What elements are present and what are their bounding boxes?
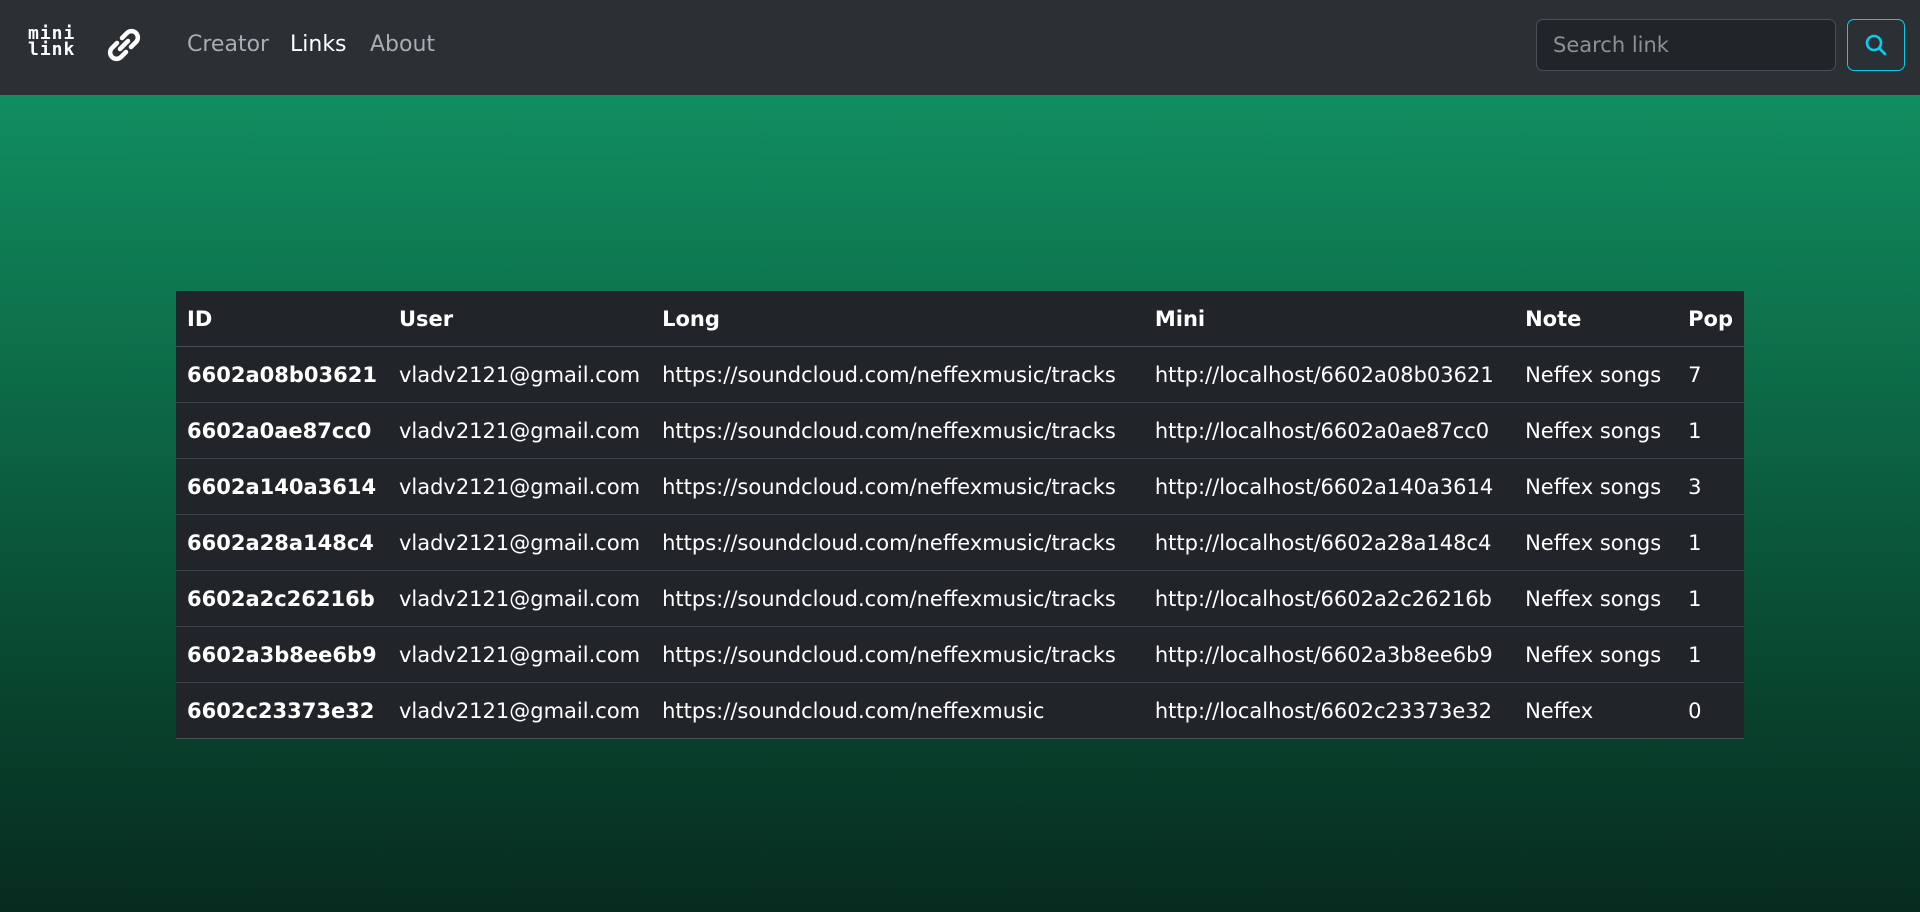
cell-id: 6602a0ae87cc0 xyxy=(176,402,388,459)
cell-id: 6602a2c26216b xyxy=(176,570,388,627)
table-row[interactable]: 6602a2c26216b vladv2121@gmail.com https://… xyxy=(176,570,1744,627)
cell-note: Neffex songs xyxy=(1514,402,1678,459)
cell-pop: 7 xyxy=(1677,346,1744,403)
cell-long-url: https://soundcloud.com/neffexmusic xyxy=(651,682,1144,739)
nav-about[interactable]: About xyxy=(370,31,435,59)
nav-creator[interactable]: Creator xyxy=(187,31,269,59)
table-row[interactable]: 6602a140a3614 vladv2121@gmail.com https://… xyxy=(176,458,1744,515)
cell-mini-url: http://localhost/6602a0ae87cc0 xyxy=(1143,402,1515,459)
search-button[interactable] xyxy=(1847,19,1905,71)
column-header-long: Long xyxy=(651,291,1144,347)
cell-mini-url: http://localhost/6602a140a3614 xyxy=(1143,458,1515,515)
cell-note: Neffex songs xyxy=(1514,458,1678,515)
cell-pop: 3 xyxy=(1677,458,1744,515)
cell-long-url: https://soundcloud.com/neffexmusic/track… xyxy=(651,626,1144,683)
cell-pop: 1 xyxy=(1677,514,1744,571)
cell-mini-url: http://localhost/6602a3b8ee6b9 xyxy=(1143,626,1515,683)
cell-mini-url: http://localhost/6602a08b03621 xyxy=(1143,346,1515,403)
table-row[interactable]: 6602a08b03621 vladv2121@gmail.com https://… xyxy=(176,346,1744,403)
cell-user: vladv2121@gmail.com xyxy=(387,626,652,683)
cell-long-url: https://soundcloud.com/neffexmusic/track… xyxy=(651,514,1144,571)
brand-logo[interactable]: mini link xyxy=(28,25,144,66)
cell-id: 6602a28a148c4 xyxy=(176,514,388,571)
cell-id: 6602a140a3614 xyxy=(176,458,388,515)
column-header-pop: Pop xyxy=(1677,291,1744,347)
cell-mini-url: http://localhost/6602a28a148c4 xyxy=(1143,514,1515,571)
cell-note: Neffex songs xyxy=(1514,626,1678,683)
cell-id: 6602a08b03621 xyxy=(176,346,388,403)
cell-pop: 1 xyxy=(1677,402,1744,459)
links-table: ID User Long Mini Note Pop 6602a08b03621… xyxy=(176,291,1744,739)
cell-long-url: https://soundcloud.com/neffexmusic/track… xyxy=(651,402,1144,459)
cell-note: Neffex songs xyxy=(1514,570,1678,627)
cell-mini-url: http://localhost/6602c23373e32 xyxy=(1143,682,1515,739)
cell-long-url: https://soundcloud.com/neffexmusic/track… xyxy=(651,346,1144,403)
cell-note: Neffex xyxy=(1514,682,1678,739)
cell-pop: 1 xyxy=(1677,626,1744,683)
column-header-user: User xyxy=(387,291,652,347)
cell-user: vladv2121@gmail.com xyxy=(387,514,652,571)
table-row[interactable]: 6602a0ae87cc0 vladv2121@gmail.com https://… xyxy=(176,402,1744,459)
table-header-row: ID User Long Mini Note Pop xyxy=(176,291,1744,347)
nav-links[interactable]: Links xyxy=(290,31,347,59)
cell-user: vladv2121@gmail.com xyxy=(387,458,652,515)
cell-note: Neffex songs xyxy=(1514,514,1678,571)
cell-pop: 1 xyxy=(1677,570,1744,627)
brand-line-2: link xyxy=(28,39,76,60)
cell-user: vladv2121@gmail.com xyxy=(387,570,652,627)
cell-user: vladv2121@gmail.com xyxy=(387,402,652,459)
table-body: 6602a08b03621 vladv2121@gmail.com https://… xyxy=(176,346,1744,739)
search-input[interactable] xyxy=(1536,19,1836,71)
cell-mini-url: http://localhost/6602a2c26216b xyxy=(1143,570,1515,627)
navbar: mini link Creator Links About xyxy=(0,0,1920,95)
cell-id: 6602a3b8ee6b9 xyxy=(176,626,388,683)
cell-pop: 0 xyxy=(1677,682,1744,739)
column-header-note: Note xyxy=(1514,291,1678,347)
cell-user: vladv2121@gmail.com xyxy=(387,682,652,739)
cell-long-url: https://soundcloud.com/neffexmusic/track… xyxy=(651,570,1144,627)
cell-user: vladv2121@gmail.com xyxy=(387,346,652,403)
table-row[interactable]: 6602a28a148c4 vladv2121@gmail.com https://… xyxy=(176,514,1744,571)
cell-id: 6602c23373e32 xyxy=(176,682,388,739)
cell-note: Neffex songs xyxy=(1514,346,1678,403)
cell-long-url: https://soundcloud.com/neffexmusic/track… xyxy=(651,458,1144,515)
table-row[interactable]: 6602c23373e32 vladv2121@gmail.com https://… xyxy=(176,682,1744,739)
column-header-mini: Mini xyxy=(1143,291,1515,347)
brand-wordmark: mini link xyxy=(28,25,76,60)
links-table-container: ID User Long Mini Note Pop 6602a08b03621… xyxy=(176,291,1744,739)
table-row[interactable]: 6602a3b8ee6b9 vladv2121@gmail.com https://… xyxy=(176,626,1744,683)
chain-link-icon xyxy=(107,28,141,62)
search-icon xyxy=(1865,34,1887,56)
column-header-id: ID xyxy=(176,291,388,347)
